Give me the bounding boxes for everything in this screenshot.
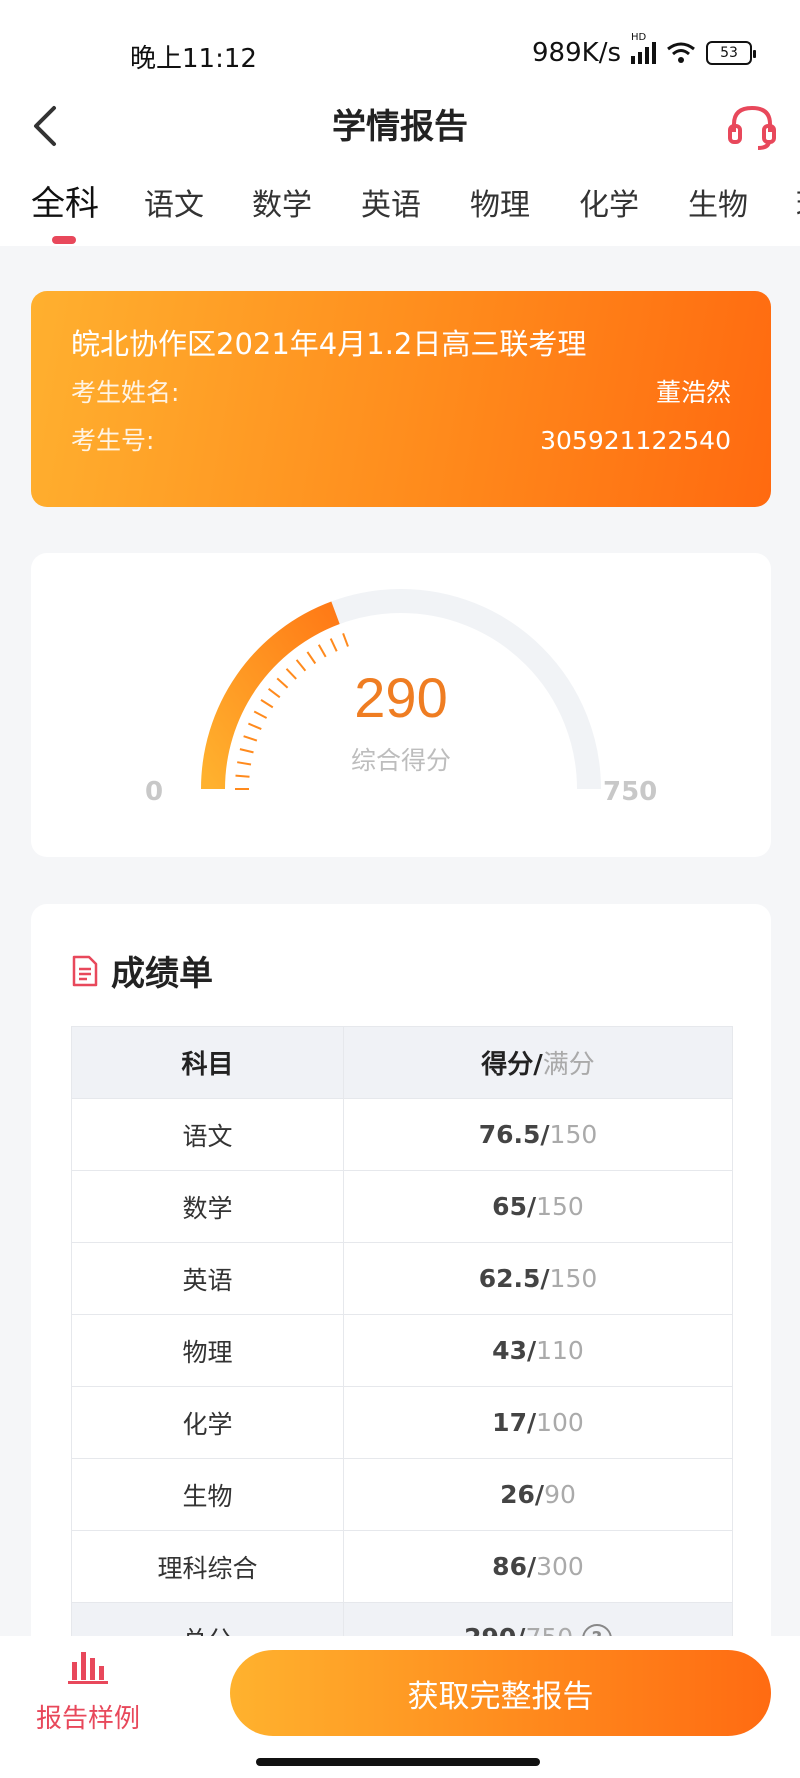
score-cell: 62.5/150 (343, 1242, 733, 1315)
composite-score: 290 (354, 666, 448, 729)
table-row: 语文 76.5/150 (71, 1098, 733, 1171)
student-name-label: 考生姓名: (71, 378, 180, 407)
status-time: 晚上11:12 (130, 44, 257, 74)
subject-cell: 物理 (71, 1314, 344, 1387)
bottom-bar: 报告样例 获取完整报告 (0, 1636, 800, 1778)
subject-tabs: 全科 语文 数学 英语 物理 化学 生物 理 (0, 166, 800, 246)
gauge-min-label: 0 (145, 777, 164, 807)
subject-cell: 生物 (71, 1458, 344, 1531)
tab-biology[interactable]: 生物 (688, 180, 748, 224)
subject-cell: 理科综合 (71, 1530, 344, 1603)
score-sheet-card: 成绩单 科目 得分/满分 语文 76.5/150 数学 65/150 英语 62.5/… (31, 904, 771, 1675)
headset-icon (728, 105, 776, 150)
table-row: 英语 62.5/150 (71, 1242, 733, 1315)
student-name-row: 考生姓名: 董浩然 (71, 375, 731, 411)
tab-physics[interactable]: 物理 (470, 180, 530, 224)
document-icon (72, 955, 98, 986)
customer-service-button[interactable] (724, 102, 780, 154)
tab-more[interactable]: 理 (796, 180, 800, 224)
tab-all[interactable]: 全科 (31, 176, 99, 225)
wifi-icon (667, 42, 695, 63)
table-row: 数学 65/150 (71, 1170, 733, 1243)
student-id-label: 考生号: (71, 426, 155, 455)
score-cell: 76.5/150 (343, 1098, 733, 1171)
score-table: 科目 得分/满分 语文 76.5/150 数学 65/150 英语 62.5/150 … (71, 1026, 733, 1675)
table-row: 生物 26/90 (71, 1458, 733, 1531)
subject-cell: 英语 (71, 1242, 344, 1315)
score-cell: 43/110 (343, 1314, 733, 1387)
table-row: 理科综合 86/300 (71, 1530, 733, 1603)
gauge-tick (329, 638, 338, 652)
gauge-tick (342, 633, 349, 647)
score-cell: 17/100 (343, 1386, 733, 1459)
header: 学情报告 (0, 100, 800, 166)
table-header-row: 科目 得分/满分 (71, 1026, 733, 1099)
score-sheet-title: 成绩单 (111, 954, 213, 994)
score-cell: 26/90 (343, 1458, 733, 1531)
gauge-max-label: 750 (603, 777, 658, 807)
gauge-tick (306, 651, 317, 665)
composite-score-label: 综合得分 (350, 746, 451, 775)
signal-badge: HD (631, 32, 647, 43)
score-cell: 86/300 (343, 1530, 733, 1603)
signal-icon: HD (631, 32, 656, 64)
subject-cell: 数学 (71, 1170, 344, 1243)
header-score: 得分/满分 (343, 1026, 733, 1099)
tab-active-indicator (52, 236, 76, 244)
score-gauge-card: 290 综合得分 0 750 (31, 553, 771, 857)
tab-chinese[interactable]: 语文 (144, 180, 204, 224)
bar-chart-icon (68, 1652, 108, 1684)
header-subject: 科目 (71, 1026, 344, 1099)
battery-icon: 53 (706, 41, 756, 65)
score-sheet-header: 成绩单 (71, 946, 213, 995)
get-full-report-button[interactable]: 获取完整报告 (230, 1650, 771, 1736)
status-icons: 989K/s HD 53 (532, 32, 756, 68)
subject-cell: 化学 (71, 1386, 344, 1459)
table-row: 物理 43/110 (71, 1314, 733, 1387)
student-id-row: 考生号: 305921122540 (71, 423, 731, 459)
network-speed: 989K/s (532, 38, 621, 68)
student-id-value: 305921122540 (540, 426, 731, 455)
student-name-value: 董浩然 (655, 378, 731, 407)
exam-info-card: 皖北协作区2021年4月1.2日高三联考理 考生姓名: 董浩然 考生号: 305… (31, 291, 771, 507)
table-row: 化学 17/100 (71, 1386, 733, 1459)
gauge-tick (243, 735, 258, 742)
status-bar: 晚上11:12 989K/s HD 53 (0, 0, 800, 100)
gauge-tick (317, 644, 327, 658)
tab-math[interactable]: 数学 (252, 180, 312, 224)
score-cell: 65/150 (343, 1170, 733, 1243)
home-indicator (256, 1758, 540, 1766)
exam-title: 皖北协作区2021年4月1.2日高三联考理 (71, 327, 587, 361)
tab-chemistry[interactable]: 化学 (579, 180, 639, 224)
tab-english[interactable]: 英语 (361, 180, 421, 224)
report-sample-label: 报告样例 (35, 1704, 140, 1734)
report-sample-button[interactable]: 报告样例 (28, 1646, 148, 1735)
subject-cell: 语文 (71, 1098, 344, 1171)
page-title: 学情报告 (332, 107, 468, 147)
